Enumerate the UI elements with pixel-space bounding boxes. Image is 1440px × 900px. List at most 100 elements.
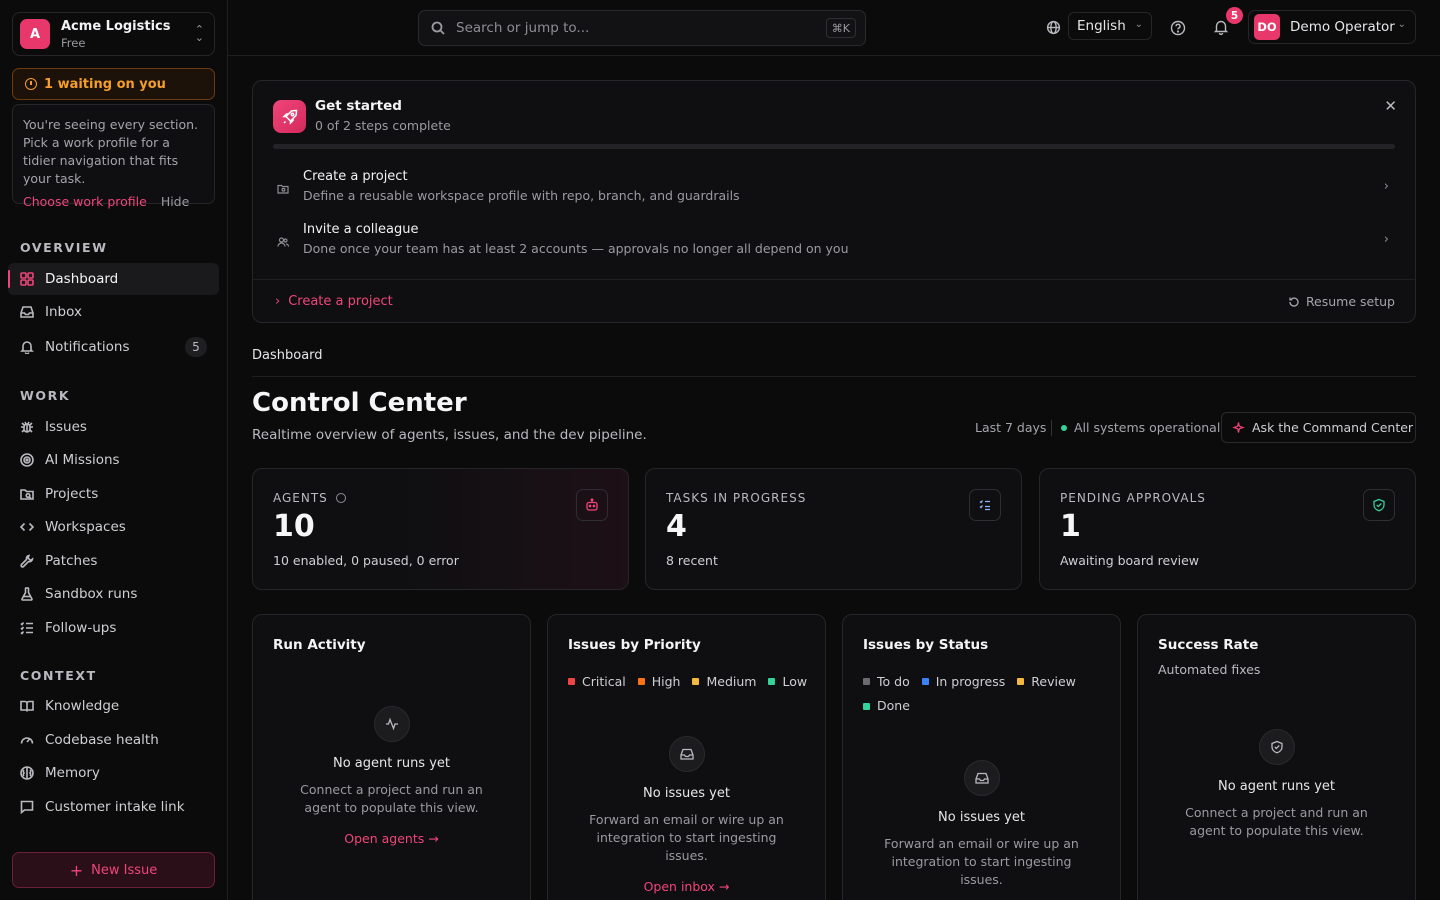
step-title: Create a project — [303, 169, 408, 184]
stat-value: 10 — [273, 509, 315, 544]
breadcrumb[interactable]: Dashboard — [252, 348, 323, 363]
stat-card-tasks-in-progress[interactable]: TASKS IN PROGRESS 4 8 recent — [645, 468, 1022, 590]
app-root: A Acme Logistics Free ⌃ ⌄ 1 waiting on yo… — [0, 0, 1440, 900]
sidebar-item-sandbox-runs[interactable]: Sandbox runs — [8, 578, 219, 610]
section-work: WORK — [20, 388, 71, 403]
divider — [1051, 420, 1052, 436]
setup-step-create-project[interactable]: Create a project Define a reusable works… — [273, 169, 1395, 213]
sparkles-icon — [1232, 422, 1245, 433]
sidebar-item-knowledge[interactable]: Knowledge — [8, 690, 219, 722]
run-activity-card: Run Activity No agent runs yet Connect a… — [252, 614, 531, 900]
sidebar-item-patches[interactable]: Patches — [8, 545, 219, 577]
empty-description: Forward an email or wire up an integrati… — [589, 812, 784, 863]
stat-card-agents[interactable]: AGENTS 10 10 enabled, 0 paused, 0 error — [252, 468, 629, 590]
date-range[interactable]: Last 7 days — [975, 420, 1046, 435]
sidebar-item-label: Codebase health — [45, 732, 159, 748]
sidebar-item-ai-missions[interactable]: AI Missions — [8, 444, 219, 476]
stat-label: AGENTS — [273, 491, 328, 505]
legend-swatch — [637, 678, 645, 685]
user-menu[interactable]: DO Demo Operator ⌄ — [1248, 10, 1416, 44]
legend-label: To do — [877, 673, 910, 689]
sidebar-item-dashboard[interactable]: Dashboard — [8, 263, 219, 295]
status-dot — [1061, 424, 1067, 431]
sidebar-item-projects[interactable]: Projects — [8, 478, 219, 510]
sidebar-item-label: Inbox — [45, 304, 82, 320]
sidebar-item-follow-ups[interactable]: Follow-ups — [8, 612, 219, 644]
message-square-icon — [20, 800, 34, 814]
resume-setup-button[interactable]: Resume setup — [1288, 294, 1395, 309]
shield-check-icon — [1258, 729, 1295, 765]
language-select[interactable]: English ⌄ — [1068, 12, 1152, 40]
sidebar-item-customer-intake-link[interactable]: Customer intake link — [8, 791, 219, 823]
stat-note: 8 recent — [666, 553, 718, 568]
stat-card-pending-approvals[interactable]: PENDING APPROVALS 1 Awaiting board revie… — [1039, 468, 1416, 590]
status-legend: To do In progress Review Done — [863, 669, 1108, 718]
card-title: Issues by Status — [863, 637, 989, 653]
section-overview: OVERVIEW — [20, 240, 108, 255]
legend-swatch — [863, 702, 870, 710]
setup-step-invite-colleague[interactable]: Invite a colleague Done once your team h… — [273, 222, 1395, 266]
card-title: Run Activity — [273, 637, 366, 653]
stat-note: 10 enabled, 0 paused, 0 error — [273, 553, 459, 568]
legend-swatch — [568, 678, 575, 685]
grid-icon — [20, 272, 34, 286]
resume-setup-label: Resume setup — [1305, 294, 1395, 309]
legend-swatch — [768, 678, 776, 685]
new-issue-button[interactable]: + New Issue — [12, 852, 215, 888]
work-profile-card: You're seeing every section. Pick a work… — [12, 104, 215, 209]
sidebar-item-memory[interactable]: Memory — [8, 757, 219, 789]
bell-icon[interactable] — [1213, 19, 1229, 35]
sidebar-item-codebase-health[interactable]: Codebase health — [8, 724, 219, 756]
search-input[interactable]: Search or jump to... ⌘K — [418, 10, 866, 46]
hide-link[interactable]: Hide — [161, 194, 190, 209]
rocket-icon — [273, 100, 306, 133]
help-circle-icon[interactable] — [1170, 20, 1186, 36]
card-title: Success Rate — [1158, 637, 1259, 653]
sidebar-item-label: Projects — [45, 486, 99, 502]
step-description: Define a reusable workspace profile with… — [303, 188, 740, 203]
sidebar-item-label: AI Missions — [45, 452, 120, 468]
chevron-right-icon: › — [1383, 232, 1389, 247]
legend-item: High — [637, 670, 680, 694]
legend-label: Low — [782, 673, 808, 689]
legend-item: In progress — [921, 670, 1005, 694]
folder-search-icon — [277, 184, 289, 194]
sidebar-item-label: Memory — [45, 765, 100, 781]
create-project-link[interactable]: › Create a project — [275, 294, 393, 309]
system-status: All systems operational — [1061, 420, 1220, 435]
sidebar-item-notifications[interactable]: Notifications 5 — [8, 331, 219, 363]
empty-state: No issues yet Forward an email or wire u… — [843, 760, 1120, 889]
sidebar-item-inbox[interactable]: Inbox — [8, 296, 219, 328]
sidebar-item-label: Knowledge — [45, 698, 120, 714]
get-started-footer: › Create a project Resume setup — [253, 279, 1415, 323]
shield-check-icon — [1363, 489, 1395, 521]
page-subtitle: Realtime overview of agents, issues, and… — [252, 427, 647, 443]
choose-work-profile-link[interactable]: Choose work profile — [23, 194, 147, 209]
close-icon[interactable]: ✕ — [1384, 97, 1397, 115]
system-status-text: All systems operational — [1074, 420, 1221, 435]
help-circle-icon[interactable] — [335, 493, 346, 503]
notifications-count-badge: 5 — [185, 337, 207, 357]
setup-progress-bar — [273, 144, 1395, 149]
section-context: CONTEXT — [20, 668, 97, 683]
gauge-icon — [20, 737, 34, 744]
stat-value: 1 — [1060, 509, 1081, 544]
language-value: English — [1077, 18, 1126, 34]
org-plan: Free — [61, 35, 86, 50]
sidebar: A Acme Logistics Free ⌃ ⌄ 1 waiting on yo… — [0, 0, 228, 900]
sidebar-item-workspaces[interactable]: Workspaces — [8, 511, 219, 543]
open-agents-link[interactable]: Open agents → — [253, 831, 530, 846]
activity-icon — [373, 706, 410, 742]
get-started-title: Get started — [315, 98, 402, 114]
empty-title: No issues yet — [643, 786, 730, 801]
sidebar-item-issues[interactable]: Issues — [8, 411, 219, 443]
list-check-icon — [20, 622, 33, 635]
sidebar-item-label: Notifications — [45, 339, 130, 355]
globe-icon — [1046, 20, 1061, 35]
ask-command-center-button[interactable]: Ask the Command Center — [1221, 412, 1416, 443]
org-switcher[interactable]: A Acme Logistics Free ⌃ ⌄ — [12, 12, 215, 56]
legend-item: Review — [1017, 670, 1076, 694]
org-logo: A — [20, 19, 50, 49]
waiting-on-you-alert[interactable]: 1 waiting on you — [12, 68, 215, 100]
open-inbox-link[interactable]: Open inbox → — [548, 879, 825, 894]
